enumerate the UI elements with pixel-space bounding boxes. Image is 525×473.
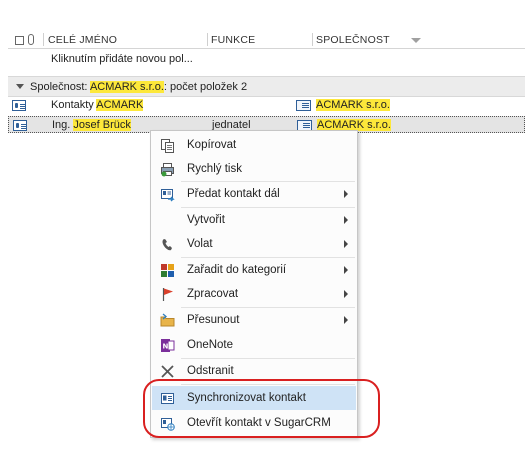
submenu-arrow-icon — [344, 190, 348, 198]
column-separator[interactable] — [312, 33, 313, 46]
group-header[interactable]: Společnost: ACMARK s.r.o.: počet položek… — [8, 76, 525, 97]
contact-card-icon — [13, 120, 27, 131]
business-card-icon — [296, 100, 311, 111]
menu-item-create[interactable]: Vytvořit — [152, 208, 356, 232]
move-folder-icon — [160, 313, 175, 327]
column-separator[interactable] — [43, 33, 44, 46]
svg-text:N: N — [163, 343, 169, 351]
contact-name: Ing. Josef Brück — [52, 119, 131, 131]
column-full-name[interactable]: CELÉ JMÉNO — [48, 34, 117, 46]
column-separator[interactable] — [207, 33, 208, 46]
column-function[interactable]: FUNKCE — [211, 34, 255, 46]
menu-item-quick-print[interactable]: Rychlý tisk — [152, 157, 356, 181]
menu-item-copy[interactable]: Kopírovat — [152, 133, 356, 157]
column-header: CELÉ JMÉNO FUNKCE SPOLEČNOST — [8, 31, 525, 49]
submenu-arrow-icon — [344, 290, 348, 298]
collapse-arrow-icon[interactable] — [16, 84, 24, 89]
menu-item-forward-contact[interactable]: Předat kontakt dál — [152, 182, 356, 206]
submenu-arrow-icon — [344, 240, 348, 248]
quick-print-icon — [161, 163, 174, 177]
submenu-arrow-icon — [344, 316, 348, 324]
menu-item-onenote[interactable]: N OneNote — [152, 333, 356, 357]
menu-item-process[interactable]: Zpracovat — [152, 282, 356, 306]
delete-icon — [161, 365, 174, 378]
group-label: Společnost: ACMARK s.r.o.: počet položek… — [30, 81, 248, 93]
column-company[interactable]: SPOLEČNOST — [316, 34, 390, 46]
contact-company: ACMARK s.r.o. — [316, 99, 390, 111]
sort-arrow-icon[interactable] — [411, 38, 421, 43]
attachment-icon[interactable] — [28, 34, 34, 45]
forward-contact-icon — [161, 189, 175, 202]
annotation-circle — [143, 379, 380, 438]
menu-item-call[interactable]: Volat — [152, 232, 356, 256]
contact-icon[interactable] — [15, 36, 24, 45]
new-item-row[interactable]: Kliknutím přidáte novou pol... — [51, 53, 193, 65]
contact-card-icon — [12, 100, 26, 111]
flag-icon — [162, 288, 173, 301]
contact-name: Kontakty ACMARK — [51, 99, 144, 111]
submenu-arrow-icon — [344, 266, 348, 274]
categorize-icon — [161, 264, 174, 277]
phone-icon — [162, 239, 172, 251]
copy-icon — [161, 139, 174, 153]
onenote-icon: N — [161, 339, 175, 352]
table-row[interactable]: Kontakty ACMARK ACMARK s.r.o. — [8, 97, 525, 114]
submenu-arrow-icon — [344, 216, 348, 224]
menu-item-categorize[interactable]: Zařadit do kategorií — [152, 258, 356, 282]
menu-item-move[interactable]: Přesunout — [152, 308, 356, 332]
